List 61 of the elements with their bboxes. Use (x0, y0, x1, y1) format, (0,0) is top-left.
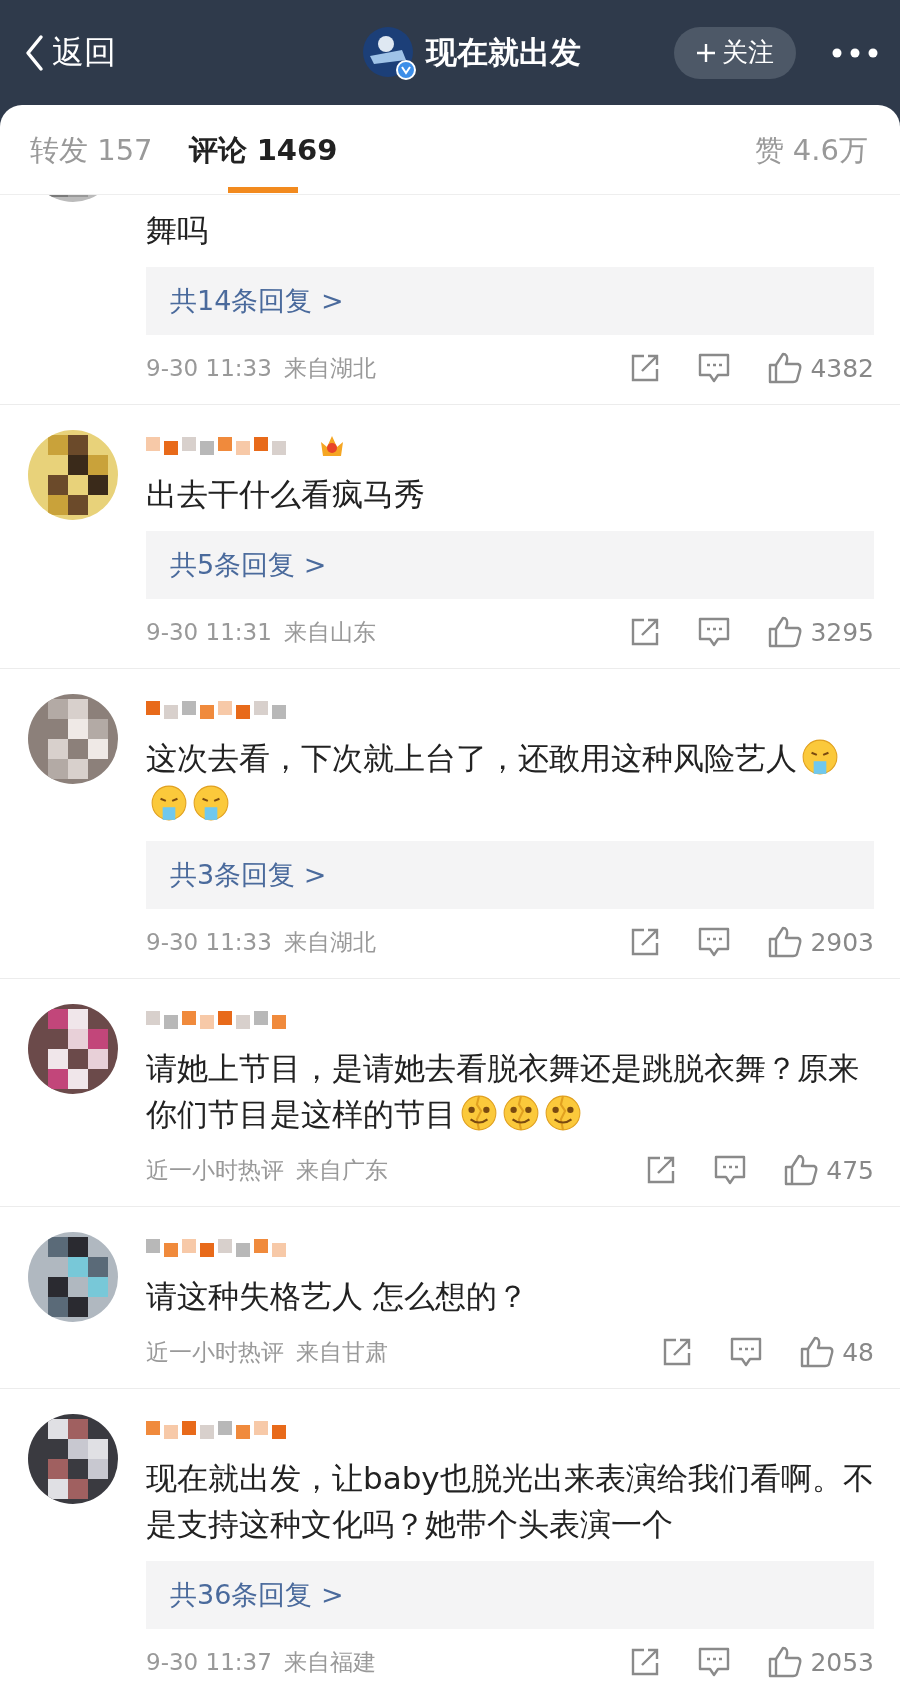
share-icon[interactable] (646, 1155, 677, 1185)
split-face-icon (544, 1094, 582, 1132)
comment-text: 请她上节目，是请她去看脱衣舞还是跳脱衣舞？原来你们节目是这样的节目 (146, 1049, 860, 1134)
share-icon[interactable] (630, 927, 661, 957)
thumbs-up-icon (768, 352, 803, 384)
comment-icon[interactable] (698, 927, 731, 957)
like-button[interactable]: 2053 (768, 1646, 874, 1678)
comment-time: 近一小时热评 (146, 1155, 284, 1185)
like-button[interactable]: 3295 (768, 616, 874, 648)
comment-text: 这次去看，下次就上台了，还敢用这种风险艺人 (146, 735, 874, 827)
like-button[interactable]: 48 (800, 1336, 874, 1368)
thumbs-up-icon (768, 926, 803, 958)
comment-location: 来自广东 (296, 1155, 388, 1185)
comment-icon[interactable] (698, 353, 731, 383)
split-face-icon (502, 1094, 540, 1132)
account-avatar-icon[interactable] (362, 25, 416, 80)
comment-time: 9-30 11:37 (146, 1649, 272, 1675)
vomiting-face-icon (150, 784, 188, 822)
share-icon[interactable] (630, 1647, 661, 1677)
comment-time: 9-30 11:33 (146, 355, 272, 381)
back-icon (24, 33, 44, 72)
comment-location: 来自山东 (283, 617, 376, 647)
like-button[interactable]: 475 (784, 1154, 874, 1186)
split-face-icon (460, 1094, 498, 1132)
comment-location: 来自甘肃 (296, 1337, 388, 1367)
comment-icon[interactable] (698, 617, 731, 647)
comment-icon[interactable] (714, 1155, 747, 1185)
replies-link[interactable]: 共14条回复 > (146, 267, 874, 335)
thumbs-up-icon (784, 1154, 819, 1186)
account-title: 现在就出发 (426, 32, 581, 72)
tab[interactable]: 转发 157 (30, 105, 153, 195)
replies-link[interactable]: 共3条回复 > (146, 841, 874, 909)
more-icon[interactable] (832, 47, 878, 58)
thumbs-up-icon (768, 616, 803, 648)
thumbs-up-icon (800, 1336, 835, 1368)
comment-time: 9-30 11:31 (146, 619, 272, 645)
likes-tab[interactable]: 赞 4.6万 (754, 105, 868, 195)
comment-text: 舞吗 (146, 211, 209, 250)
comment-time: 9-30 11:33 (146, 929, 272, 955)
share-icon[interactable] (630, 353, 661, 383)
comment-location: 来自湖北 (283, 353, 376, 383)
follow-button[interactable]: 关注 (674, 26, 796, 79)
replies-link[interactable]: 共36条回复 > (146, 1561, 874, 1629)
comment-time: 近一小时热评 (146, 1337, 284, 1367)
comment-location: 来自福建 (283, 1647, 376, 1677)
thumbs-up-icon (768, 1646, 803, 1678)
like-button[interactable]: 2903 (768, 926, 874, 958)
share-icon[interactable] (630, 617, 661, 647)
vomiting-face-icon (192, 784, 230, 822)
share-icon[interactable] (662, 1337, 693, 1367)
comment-text: 请这种失格艺人 怎么想的？ (146, 1277, 529, 1316)
like-button[interactable]: 4382 (768, 352, 874, 384)
vomiting-face-icon (801, 738, 839, 776)
comment-text: 出去干什么看疯马秀 (146, 475, 426, 514)
back-button[interactable]: 返回 (24, 30, 224, 75)
comment-icon[interactable] (698, 1647, 731, 1677)
comment-location: 来自湖北 (283, 927, 376, 957)
comment-icon[interactable] (730, 1337, 763, 1367)
comment-text: 现在就出发，让baby也脱光出来表演给我们看啊。不是支持这种文化吗？她带个头表演一个 (146, 1459, 874, 1544)
replies-link[interactable]: 共5条回复 > (146, 531, 874, 599)
plus-icon (696, 42, 716, 63)
